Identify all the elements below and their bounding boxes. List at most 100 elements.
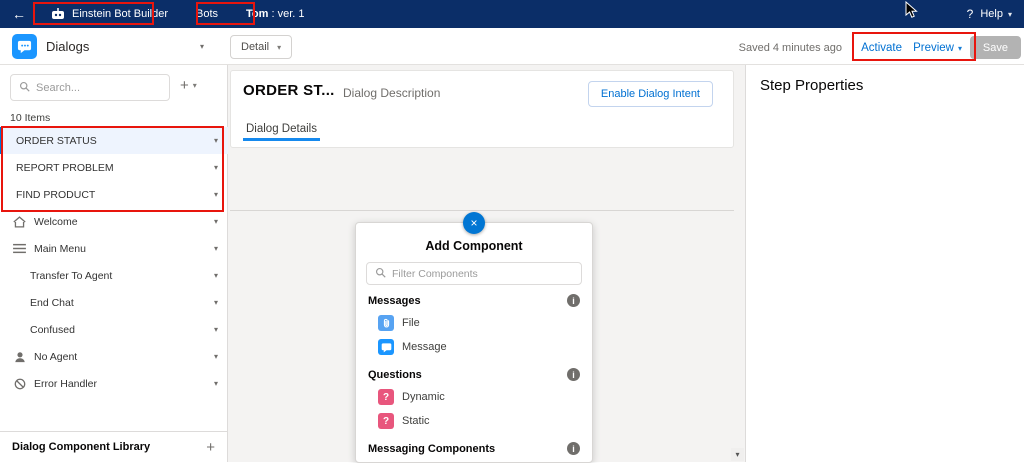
dialog-description[interactable]: Dialog Description	[343, 86, 440, 100]
app-title[interactable]: Einstein Bot Builder	[72, 8, 168, 20]
chevron-down-icon[interactable]: ▾	[214, 379, 218, 388]
toolbar: Dialogs ▾ Detail ▾ Saved 4 minutes ago A…	[0, 28, 1024, 65]
save-button[interactable]: Save	[969, 36, 1021, 59]
sidebar-item-label: No Agent	[34, 350, 78, 363]
search-input[interactable]	[36, 81, 148, 94]
sidebar-item-label: Confused	[30, 323, 75, 336]
dialogs-sidebar: + ▾ 10 Items ORDER STATUS ▾ REPORT PROBL…	[0, 65, 228, 462]
enable-dialog-intent-button[interactable]: Enable Dialog Intent	[587, 81, 713, 107]
back-arrow-icon[interactable]: ←	[12, 6, 26, 22]
chevron-down-icon[interactable]: ▾	[214, 190, 218, 199]
activate-button[interactable]: Activate	[861, 42, 902, 54]
component-section-messaging-components: Messaging Components i	[356, 433, 592, 459]
top-nav: ← Einstein Bot Builder Bots Tom : ver. 1…	[0, 0, 1024, 28]
sidebar-item-transfer-to-agent[interactable]: Transfer To Agent ▾	[0, 262, 228, 289]
tab-dialog-details[interactable]: Dialog Details	[243, 119, 320, 141]
plus-icon: +	[180, 77, 189, 94]
info-icon[interactable]: i	[567, 368, 580, 381]
sidebar-item-label: FIND PRODUCT	[16, 188, 96, 201]
sidebar-item-label: End Chat	[30, 296, 74, 309]
scrollbar-down-arrow[interactable]: ▾	[731, 448, 744, 461]
sidebar-item-main-menu[interactable]: Main Menu ▾	[0, 235, 228, 262]
entity-selector-label[interactable]: Dialogs	[46, 39, 89, 54]
help-label[interactable]: Help	[980, 8, 1003, 20]
component-item-label: Dynamic	[402, 391, 445, 403]
section-label: Messaging Components	[368, 442, 496, 455]
items-count: 10 Items	[10, 112, 51, 124]
flow-connector-line	[230, 210, 734, 211]
bot-icon	[50, 7, 66, 21]
component-item-static[interactable]: ? Static	[356, 409, 592, 433]
add-component-title: Add Component	[425, 239, 523, 253]
dialog-list: ORDER STATUS ▾ REPORT PROBLEM ▾ FIND PRO…	[0, 127, 228, 397]
sidebar-item-confused[interactable]: Confused ▾	[0, 316, 228, 343]
sidebar-item-end-chat[interactable]: End Chat ▾	[0, 289, 228, 316]
sidebar-item-label: Welcome	[34, 215, 78, 228]
chevron-down-icon: ▾	[192, 81, 197, 90]
component-item-message[interactable]: Message	[356, 335, 592, 359]
chevron-down-icon[interactable]: ▾	[214, 244, 218, 253]
chevron-down-icon[interactable]: ▾	[214, 136, 218, 145]
close-icon[interactable]: ×	[463, 212, 485, 234]
chevron-down-icon[interactable]: ▾	[214, 298, 218, 307]
sidebar-item-find-product[interactable]: FIND PRODUCT ▾	[0, 181, 228, 208]
info-icon[interactable]: i	[567, 442, 580, 455]
detail-label: Detail	[241, 41, 270, 53]
paperclip-icon	[378, 315, 394, 331]
component-item-label: File	[402, 317, 420, 329]
info-icon[interactable]: i	[567, 294, 580, 307]
chevron-down-icon[interactable]: ▾	[214, 217, 218, 226]
component-library-label: Dialog Component Library	[12, 441, 151, 453]
dialog-title: ORDER ST...	[243, 82, 335, 99]
filter-components-input[interactable]	[392, 267, 573, 280]
sidebar-item-label: REPORT PROBLEM	[16, 161, 114, 174]
chevron-down-icon[interactable]: ▾	[214, 163, 218, 172]
question-icon: ?	[378, 413, 394, 429]
component-item-file[interactable]: File	[356, 311, 592, 335]
bot-name: Tom	[246, 8, 269, 20]
saved-status: Saved 4 minutes ago	[738, 42, 842, 54]
nav-bot-name[interactable]: Tom : ver. 1	[246, 8, 304, 20]
component-item-label: Message	[402, 341, 447, 353]
nav-bots[interactable]: Bots	[196, 8, 218, 20]
detail-view-select[interactable]: Detail ▾	[230, 35, 293, 59]
person-icon	[12, 351, 27, 363]
menu-icon	[12, 243, 27, 254]
sidebar-item-order-status[interactable]: ORDER STATUS ▾	[0, 127, 228, 154]
add-component-popup: × Add Component Messages i File Message …	[355, 212, 593, 463]
sidebar-item-label: Error Handler	[34, 377, 98, 390]
search-icon	[375, 265, 386, 283]
step-properties-panel: Step Properties	[745, 65, 1024, 462]
ban-icon	[12, 378, 27, 390]
sidebar-item-no-agent[interactable]: No Agent ▾	[0, 343, 228, 370]
dialog-component-library: Dialog Component Library +	[0, 431, 227, 462]
section-label: Messages	[368, 294, 421, 307]
step-properties-title: Step Properties	[760, 77, 864, 94]
dialogs-chat-icon	[12, 34, 37, 59]
chevron-down-icon[interactable]: ▾	[214, 325, 218, 334]
sidebar-item-label: Main Menu	[34, 242, 86, 255]
component-item-dynamic[interactable]: ? Dynamic	[356, 385, 592, 409]
chevron-down-icon: ▾	[277, 42, 282, 52]
chevron-down-icon[interactable]: ▾	[200, 42, 204, 51]
component-item-label: Static	[402, 415, 430, 427]
question-icon: ?	[378, 389, 394, 405]
add-dialog-button[interactable]: + ▾	[180, 78, 197, 93]
home-icon	[12, 215, 27, 228]
section-label: Questions	[368, 368, 422, 381]
sidebar-item-error-handler[interactable]: Error Handler ▾	[0, 370, 228, 397]
preview-button[interactable]: Preview ▾	[913, 42, 962, 54]
sidebar-item-label: ORDER STATUS	[16, 134, 97, 147]
filter-box	[366, 262, 582, 285]
add-component-library-button[interactable]: +	[206, 439, 215, 456]
chevron-down-icon[interactable]: ▾	[1008, 10, 1012, 19]
component-section-messages: Messages i	[356, 285, 592, 311]
help-icon[interactable]: ?	[967, 7, 974, 21]
dialog-header-card: ORDER ST... Dialog Description Enable Di…	[230, 70, 734, 148]
search-box	[10, 74, 170, 101]
dialog-canvas: ORDER ST... Dialog Description Enable Di…	[228, 65, 745, 463]
sidebar-item-report-problem[interactable]: REPORT PROBLEM ▾	[0, 154, 228, 181]
chevron-down-icon[interactable]: ▾	[214, 271, 218, 280]
sidebar-item-welcome[interactable]: Welcome ▾	[0, 208, 228, 235]
chevron-down-icon[interactable]: ▾	[214, 352, 218, 361]
